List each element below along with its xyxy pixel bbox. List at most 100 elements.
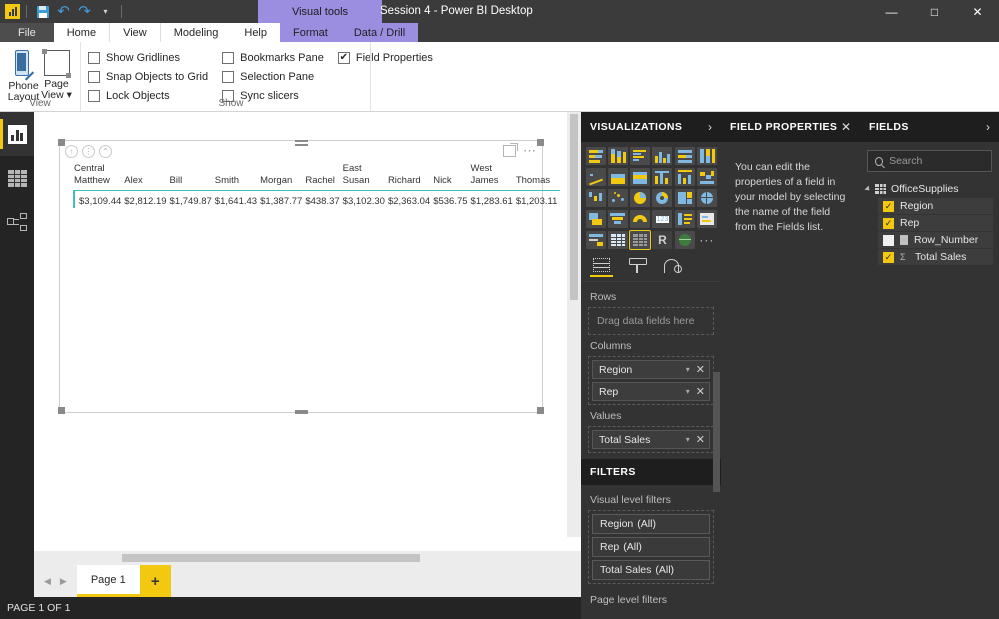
add-page-button[interactable]: +: [139, 565, 171, 597]
checkbox-snap-objects-to-grid[interactable]: Snap Objects to Grid: [88, 69, 208, 84]
visual-kpi[interactable]: [696, 210, 717, 228]
matrix-visual[interactable]: ↑ ⋮ ⌃ ⋯ Central East West Matthew Alex B…: [58, 139, 561, 414]
visual-treemap[interactable]: [674, 189, 695, 207]
visual-python-script[interactable]: [674, 231, 695, 249]
close-button[interactable]: ✕: [956, 0, 999, 23]
canvas-vertical-scroll-thumb[interactable]: [570, 114, 578, 300]
visual-line-and-stacked-column-chart[interactable]: [652, 168, 673, 186]
resize-handle-bottom-center[interactable]: [295, 410, 308, 414]
visual-waterfall-chart[interactable]: [586, 189, 606, 207]
visual-line-and-clustered-column-chart[interactable]: [674, 168, 695, 186]
chevron-down-icon[interactable]: ▾: [686, 365, 690, 374]
visual-clustered-column-chart[interactable]: [652, 147, 673, 165]
visual-stacked-column-chart[interactable]: [608, 147, 629, 165]
tab-home[interactable]: Home: [53, 23, 110, 42]
maximize-button[interactable]: □: [913, 0, 956, 23]
tab-file[interactable]: File: [0, 23, 54, 42]
drill-mode-icon[interactable]: ⌃: [99, 144, 112, 158]
remove-field-icon[interactable]: ✕: [696, 433, 705, 446]
remove-field-icon[interactable]: ✕: [696, 363, 705, 376]
drill-down-expand-icon[interactable]: ⋮: [82, 144, 95, 158]
search-input[interactable]: [889, 155, 984, 167]
field-checkbox[interactable]: ✓: [883, 200, 894, 212]
canvas-vertical-scrollbar[interactable]: [567, 112, 581, 537]
close-icon[interactable]: ✕: [841, 120, 851, 134]
phone-layout-button[interactable]: Phone Layout: [7, 47, 40, 103]
prev-page-icon[interactable]: ◀: [44, 576, 51, 587]
visualizations-pane-scroll-thumb[interactable]: [713, 372, 720, 492]
well-rows[interactable]: Drag data fields here: [588, 307, 714, 335]
chevron-right-icon[interactable]: ›: [708, 120, 712, 134]
filter-card-rep[interactable]: Rep (All): [592, 537, 710, 557]
visual-table[interactable]: [608, 231, 629, 249]
checkbox-bookmarks-pane-box[interactable]: [222, 51, 235, 64]
tab-view[interactable]: View: [109, 23, 161, 42]
undo-button[interactable]: ↶: [54, 2, 73, 21]
visual-filled-map[interactable]: [586, 210, 606, 228]
field-pill-total-sales[interactable]: Total Sales ▾ ✕: [592, 430, 710, 449]
customize-qat-button[interactable]: ▾: [96, 2, 115, 21]
tab-format[interactable]: Format: [280, 23, 341, 42]
visual-scatter-chart[interactable]: [608, 189, 629, 207]
visual-area-chart[interactable]: [608, 168, 629, 186]
field-item-row-number[interactable]: Row_Number: [878, 232, 993, 248]
remove-field-icon[interactable]: ✕: [696, 385, 705, 398]
field-checkbox[interactable]: ✓: [883, 217, 894, 229]
visual-card[interactable]: 123: [652, 210, 673, 228]
tab-fields-well[interactable]: [590, 258, 613, 277]
minimize-button[interactable]: —: [870, 0, 913, 23]
sidebar-item-report-view[interactable]: [0, 112, 34, 156]
field-pill-region[interactable]: Region ▾ ✕: [592, 360, 710, 379]
well-columns[interactable]: Region ▾ ✕ Rep ▾ ✕: [588, 356, 714, 405]
checkbox-show-gridlines[interactable]: Show Gridlines: [88, 50, 208, 65]
save-button[interactable]: [33, 2, 52, 21]
field-item-rep[interactable]: ✓ Rep: [878, 215, 993, 231]
page-view-button[interactable]: Page View ▾: [40, 47, 73, 103]
resize-handle-bottom-left[interactable]: [58, 407, 65, 414]
visual-matrix[interactable]: [629, 230, 652, 250]
redo-button[interactable]: ↷: [75, 2, 94, 21]
visual-map[interactable]: [696, 189, 717, 207]
checkbox-snap-objects-to-grid-box[interactable]: [88, 70, 100, 83]
chevron-down-icon[interactable]: ▾: [686, 387, 690, 396]
fields-search-box[interactable]: [867, 150, 992, 172]
visual-slicer[interactable]: [586, 231, 606, 249]
visual-stacked-bar-chart[interactable]: [586, 147, 606, 165]
checkbox-selection-pane-box[interactable]: [222, 70, 235, 83]
checkbox-selection-pane[interactable]: Selection Pane: [222, 69, 324, 84]
field-checkbox[interactable]: [883, 234, 894, 246]
checkbox-field-properties-box[interactable]: ✔: [337, 51, 350, 64]
filter-card-region[interactable]: Region (All): [592, 514, 710, 534]
visual-donut-chart[interactable]: [652, 189, 673, 207]
visual-ribbon-chart[interactable]: [696, 168, 717, 186]
more-visuals-button[interactable]: ···: [697, 231, 717, 249]
report-canvas-area[interactable]: ↑ ⋮ ⌃ ⋯ Central East West Matthew Alex B…: [34, 112, 581, 565]
visual-pie-chart[interactable]: [630, 189, 651, 207]
visual-100-stacked-bar-chart[interactable]: [674, 147, 695, 165]
well-values[interactable]: Total Sales ▾ ✕: [588, 426, 714, 453]
sidebar-item-data-view[interactable]: [0, 156, 34, 200]
drill-up-icon[interactable]: ↑: [65, 144, 78, 158]
field-item-total-sales[interactable]: ✓ Σ Total Sales: [878, 249, 993, 265]
visual-stacked-area-chart[interactable]: [630, 168, 651, 186]
visual-r-script[interactable]: R: [652, 231, 673, 249]
checkbox-lock-objects-box[interactable]: [88, 89, 100, 102]
fields-table-officesupplies[interactable]: OfficeSupplies: [860, 181, 999, 197]
canvas-horizontal-scrollbar[interactable]: [34, 551, 581, 565]
tab-modeling[interactable]: Modeling: [160, 23, 232, 42]
field-checkbox[interactable]: ✓: [883, 251, 894, 263]
table-row[interactable]: $3,109.44 $2,812.19 $1,749.87 $1,641.43 …: [72, 190, 560, 208]
resize-handle-bottom-right[interactable]: [537, 407, 544, 414]
checkbox-bookmarks-pane[interactable]: Bookmarks Pane: [222, 50, 324, 65]
chevron-down-icon[interactable]: ▾: [686, 435, 690, 444]
visualizations-pane-scrollbar[interactable]: [713, 372, 720, 619]
tab-format[interactable]: [629, 258, 647, 277]
focus-mode-icon[interactable]: [503, 143, 518, 157]
field-pill-rep[interactable]: Rep ▾ ✕: [592, 382, 710, 401]
canvas-horizontal-scroll-thumb[interactable]: [122, 554, 420, 562]
more-options-icon[interactable]: ⋯: [523, 144, 537, 157]
visual-multi-row-card[interactable]: [674, 210, 695, 228]
visual-gauge[interactable]: [630, 210, 651, 228]
checkbox-show-gridlines-box[interactable]: [88, 51, 100, 64]
visual-100-stacked-column-chart[interactable]: [696, 147, 717, 165]
